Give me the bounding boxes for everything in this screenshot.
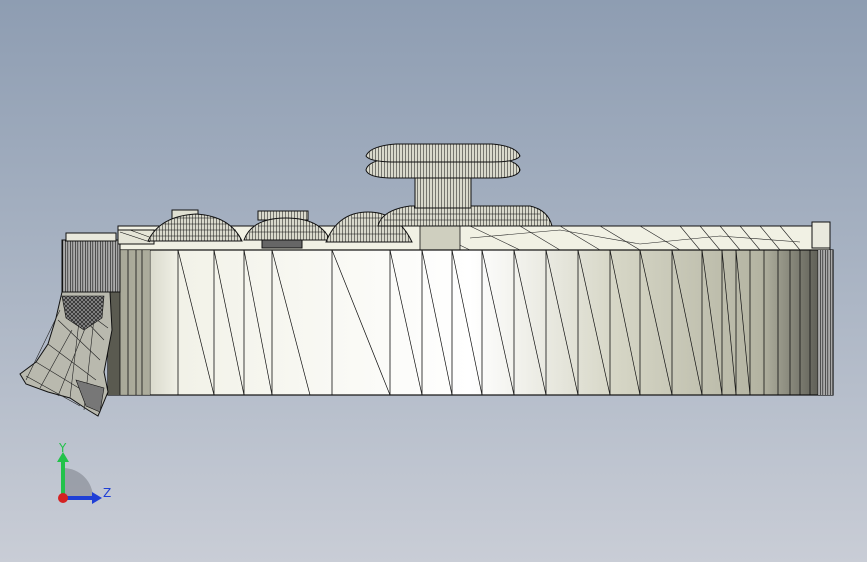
triad-quarter-disc	[63, 468, 93, 498]
knob-cap	[365, 143, 521, 179]
cad-viewport[interactable]: Y Z	[0, 0, 867, 562]
main-body	[107, 249, 834, 396]
triad-z-label: Z	[103, 486, 112, 500]
triad-y-label: Y	[59, 441, 67, 455]
left-shard	[19, 291, 113, 417]
z-axis-arrow-icon	[92, 492, 102, 504]
dome-left	[147, 213, 243, 242]
knob-base	[377, 205, 553, 227]
x-axis-dot	[58, 493, 68, 503]
cad-mesh-model[interactable]	[0, 0, 867, 562]
